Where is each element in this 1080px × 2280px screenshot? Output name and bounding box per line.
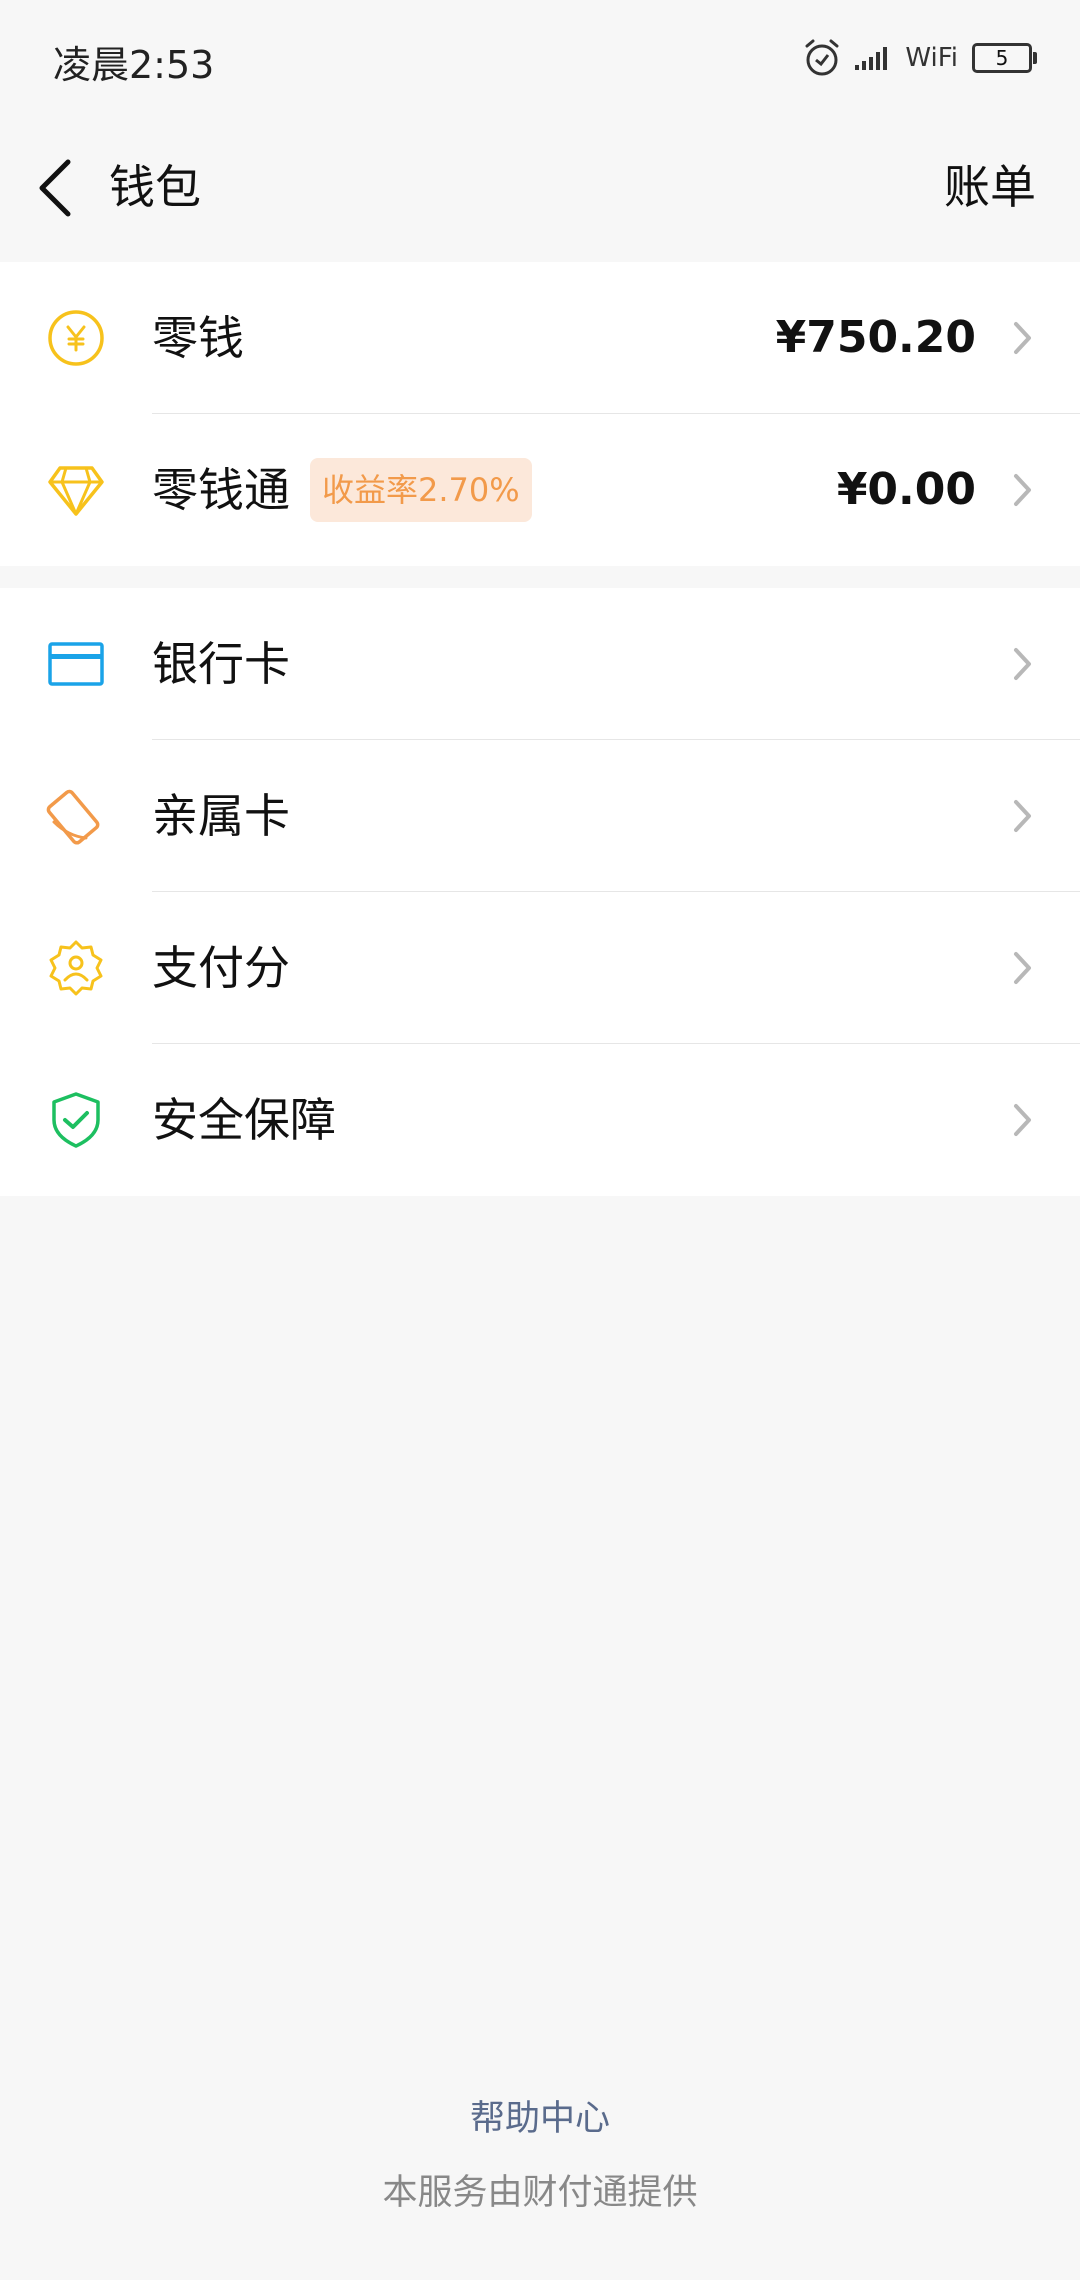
bank-card-icon <box>48 642 104 686</box>
status-icons: WiFi 5 <box>803 36 1037 80</box>
chevron-right-icon <box>1014 800 1031 832</box>
wifi-label: WiFi <box>905 43 958 73</box>
chevron-right-icon <box>1014 322 1031 354</box>
chevron-right-icon <box>1014 474 1031 506</box>
list-item-change[interactable]: 零钱 ¥750.20 <box>0 262 1080 414</box>
family-card-icon <box>46 789 100 845</box>
back-arrow-icon[interactable] <box>30 152 90 224</box>
yuan-coin-icon <box>48 310 104 366</box>
balance-amount: ¥750.20 <box>775 312 976 363</box>
status-bar: 凌晨2:53 WiFi 5 <box>0 0 1080 116</box>
diamond-icon <box>48 466 104 516</box>
list-item-bank-card[interactable]: 银行卡 <box>0 588 1080 740</box>
battery-icon: 5 <box>972 43 1037 73</box>
list-item-security[interactable]: 安全保障 <box>0 1044 1080 1196</box>
chevron-right-icon <box>1014 952 1031 984</box>
list-item-label: 支付分 <box>152 941 290 995</box>
status-time: 凌晨2:53 <box>53 43 215 87</box>
page-title: 钱包 <box>109 160 201 214</box>
chevron-right-icon <box>1014 1104 1031 1136</box>
list-item-label: 零钱通 <box>152 463 290 517</box>
alarm-icon <box>805 39 839 76</box>
nav-bar: 钱包 账单 <box>0 116 1080 262</box>
balance-group: 零钱 ¥750.20 零钱通 收益率2.70% ¥0.00 <box>0 262 1080 566</box>
list-item-lqt[interactable]: 零钱通 收益率2.70% ¥0.00 <box>0 414 1080 566</box>
yield-rate-badge: 收益率2.70% <box>310 458 532 522</box>
bill-button[interactable]: 账单 <box>944 151 1036 217</box>
list-item-label: 银行卡 <box>152 637 290 691</box>
lqt-amount: ¥0.00 <box>836 464 976 515</box>
security-shield-icon <box>52 1092 100 1148</box>
list-item-family-card[interactable]: 亲属卡 <box>0 740 1080 892</box>
services-group: 银行卡 亲属卡 支付分 安全保障 <box>0 588 1080 1196</box>
signal-icon <box>855 47 888 70</box>
help-center-link[interactable]: 帮助中心 <box>0 2090 1080 2141</box>
list-item-pay-score[interactable]: 支付分 <box>0 892 1080 1044</box>
list-item-label: 零钱 <box>152 311 244 365</box>
list-item-label: 安全保障 <box>152 1093 336 1147</box>
provider-note: 本服务由财付通提供 <box>382 2173 698 2213</box>
list-item-label: 亲属卡 <box>152 789 290 843</box>
pay-score-icon <box>49 940 103 996</box>
chevron-right-icon <box>1014 648 1031 680</box>
